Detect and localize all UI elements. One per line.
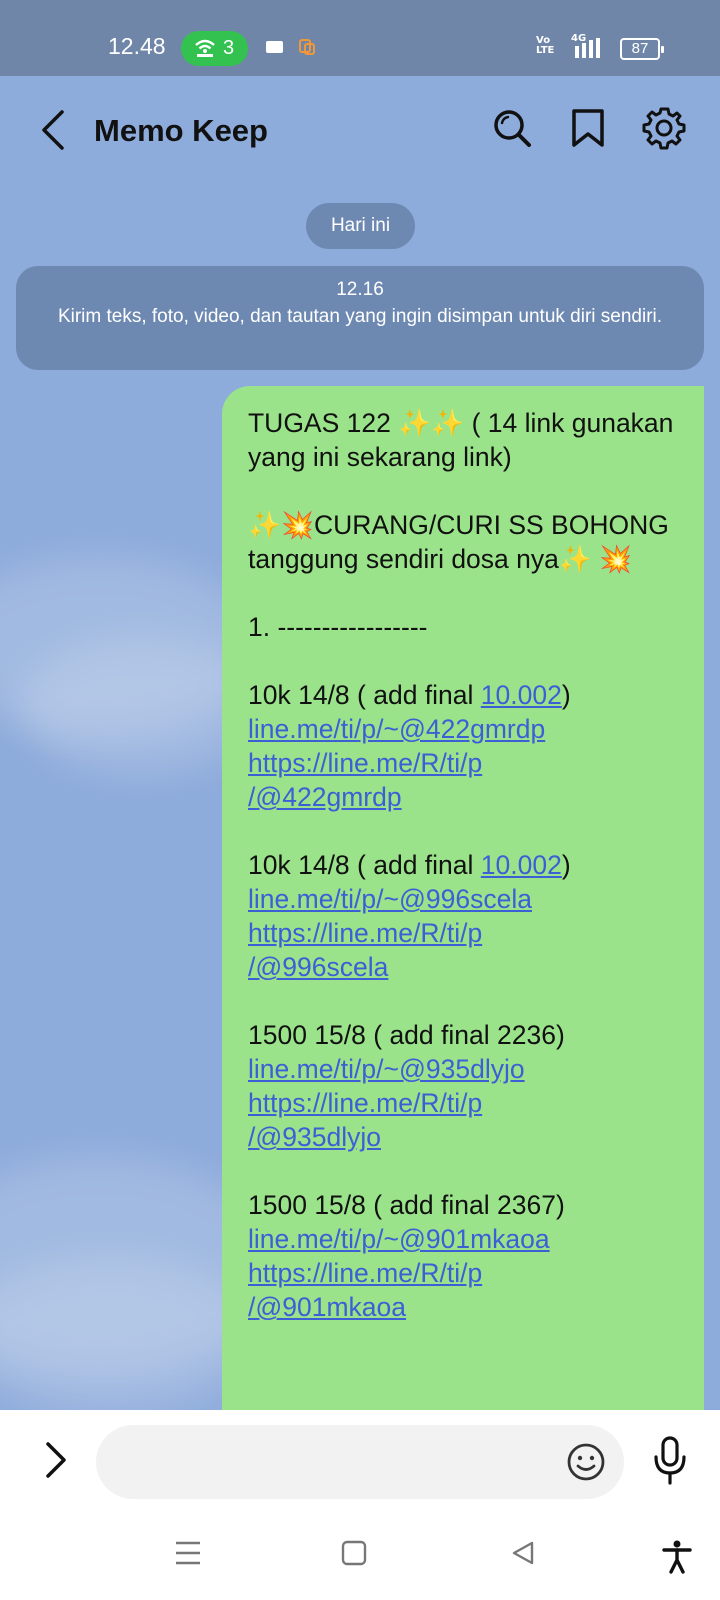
short-link[interactable]: line.me/ti/p/~@901mkaoa xyxy=(248,1222,674,1256)
chevron-right-icon[interactable] xyxy=(40,1438,70,1482)
status-bar: 12.48 3 Vo LTE 4G 87 xyxy=(0,0,720,76)
list-item: 10k 14/8 ( add final 10.002) line.me/ti/… xyxy=(248,678,674,814)
long-link[interactable]: https://line.me/R/ti/p/@935dlyjo xyxy=(248,1086,674,1154)
sim-card-icon xyxy=(266,41,283,53)
message-list-header: 1. ----------------- xyxy=(248,612,428,642)
notice-text: Kirim teks, foto, video, dan tautan yang… xyxy=(57,306,663,327)
emoji-icon[interactable] xyxy=(566,1442,606,1482)
battery-icon: 87 xyxy=(620,38,664,60)
back-triangle-icon[interactable] xyxy=(510,1540,536,1566)
message-title: TUGAS 122 ✨✨ ( 14 link gunakan yang ini … xyxy=(248,408,674,472)
long-link[interactable]: https://line.me/R/ti/p/@901mkaoa xyxy=(248,1256,674,1324)
phone-link[interactable]: 10.002 xyxy=(481,850,562,880)
short-link[interactable]: line.me/ti/p/~@996scela xyxy=(248,882,674,916)
back-icon[interactable] xyxy=(34,106,74,154)
signal-icon xyxy=(575,38,600,58)
hotspot-badge: 3 xyxy=(181,31,248,66)
bookmark-icon[interactable] xyxy=(566,106,610,150)
date-separator: Hari ini xyxy=(306,203,415,249)
list-item: 1500 15/8 ( add final 2367) line.me/ti/p… xyxy=(248,1188,674,1324)
search-icon[interactable] xyxy=(490,106,534,150)
phone-link[interactable]: 10.002 xyxy=(481,680,562,710)
short-link[interactable]: line.me/ti/p/~@422gmrdp xyxy=(248,712,674,746)
long-link[interactable]: https://line.me/R/ti/p/@996scela xyxy=(248,916,674,984)
accessibility-icon[interactable] xyxy=(662,1540,692,1574)
message-bubble[interactable]: TUGAS 122 ✨✨ ( 14 link gunakan yang ini … xyxy=(222,386,704,1416)
hotspot-icon xyxy=(195,39,215,57)
chat-header: Memo Keep xyxy=(0,76,720,186)
message-warning: ✨💥CURANG/CURI SS BOHONG tanggung sendiri… xyxy=(248,510,669,574)
menu-icon[interactable] xyxy=(174,1540,202,1566)
volte-indicator: Vo LTE xyxy=(536,35,555,56)
hotspot-count: 3 xyxy=(223,37,235,59)
notification-app-icon xyxy=(299,39,315,55)
input-bar xyxy=(0,1410,720,1510)
system-notice: 12.16 Kirim teks, foto, video, dan tauta… xyxy=(16,266,704,370)
home-icon[interactable] xyxy=(341,1540,367,1566)
message-input[interactable] xyxy=(96,1425,624,1499)
notice-time: 12.16 xyxy=(336,279,384,300)
gear-icon[interactable] xyxy=(642,106,686,150)
system-nav-bar xyxy=(0,1510,720,1600)
short-link[interactable]: line.me/ti/p/~@935dlyjo xyxy=(248,1052,674,1086)
status-time: 12.48 xyxy=(108,33,166,59)
long-link[interactable]: https://line.me/R/ti/p/@422gmrdp xyxy=(248,746,674,814)
chat-title: Memo Keep xyxy=(94,113,268,148)
list-item: 10k 14/8 ( add final 10.002) line.me/ti/… xyxy=(248,848,674,984)
microphone-icon[interactable] xyxy=(652,1435,688,1487)
list-item: 1500 15/8 ( add final 2236) line.me/ti/p… xyxy=(248,1018,674,1154)
